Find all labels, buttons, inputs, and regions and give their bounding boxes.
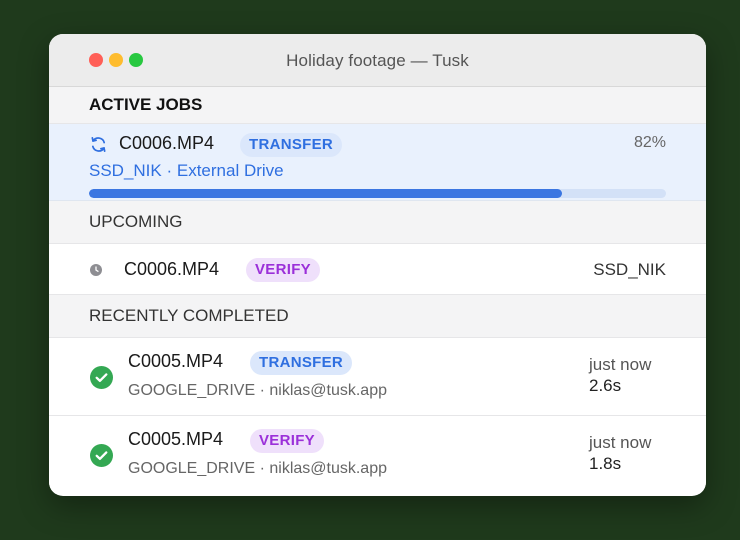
clock-icon <box>90 264 102 276</box>
progress-bar <box>89 189 666 198</box>
job-type-badge: TRANSFER <box>250 351 353 375</box>
app-window: Holiday footage — Tusk ACTIVE JOBS C0006… <box>49 34 706 496</box>
active-jobs-header: ACTIVE JOBS <box>49 87 706 124</box>
completed-job-row[interactable]: C0005.MP4 TRANSFER GOOGLE_DRIVE · niklas… <box>49 338 706 416</box>
job-type-badge: VERIFY <box>250 429 324 453</box>
sync-icon <box>91 136 106 153</box>
completed-time: just now <box>589 433 652 452</box>
job-destination: GOOGLE_DRIVE · niklas@tusk.app <box>128 460 387 477</box>
check-circle-icon <box>90 444 113 467</box>
window-title: Holiday footage — Tusk <box>286 51 469 70</box>
job-type-badge: VERIFY <box>246 258 320 282</box>
upcoming-header: UPCOMING <box>49 201 706 244</box>
active-job-row[interactable]: C0006.MP4 TRANSFER 82% SSD_NIK · Externa… <box>49 124 706 201</box>
upcoming-job-row[interactable]: C0006.MP4 VERIFY SSD_NIK <box>49 244 706 295</box>
job-filename: C0005.MP4 <box>128 351 224 371</box>
job-duration: 1.8s <box>589 454 622 473</box>
job-destination: SSD_NIK <box>593 260 666 279</box>
check-circle-icon <box>90 366 113 389</box>
progress-fill <box>89 189 563 198</box>
completed-time: just now <box>589 355 652 374</box>
job-filename: C0005.MP4 <box>128 429 224 449</box>
job-destination: GOOGLE_DRIVE · niklas@tusk.app <box>128 382 387 399</box>
job-duration: 2.6s <box>589 376 622 395</box>
recently-completed-header: RECENTLY COMPLETED <box>49 295 706 338</box>
title-bar: Holiday footage — Tusk <box>49 34 706 87</box>
progress-percent: 82% <box>633 134 666 151</box>
job-filename: C0006.MP4 <box>119 133 215 153</box>
job-filename: C0006.MP4 <box>124 259 220 279</box>
job-destination: SSD_NIK · External Drive <box>89 161 284 180</box>
completed-job-row[interactable]: C0005.MP4 VERIFY GOOGLE_DRIVE · niklas@t… <box>49 416 706 494</box>
job-type-badge: TRANSFER <box>240 133 343 157</box>
